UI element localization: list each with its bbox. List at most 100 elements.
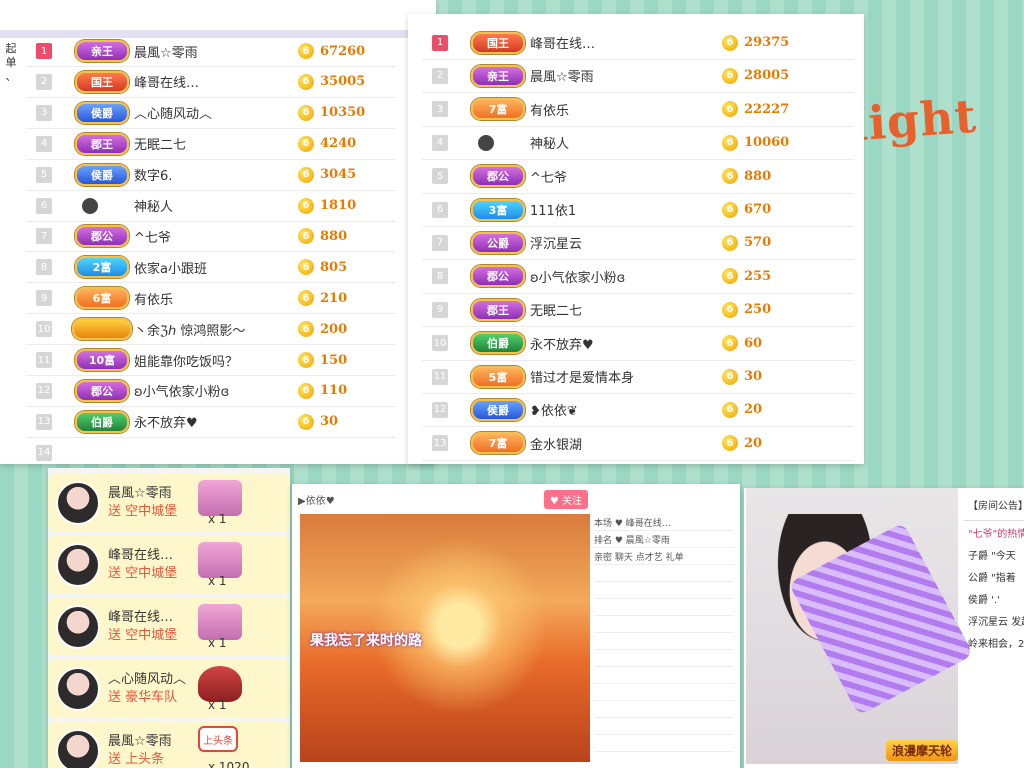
side-panel-line[interactable] xyxy=(594,684,734,701)
avatar[interactable] xyxy=(56,481,100,525)
user-name[interactable]: 有依乐 xyxy=(530,100,854,119)
leaderboard-row[interactable]: 8 2富 依家a小跟班 6 805 xyxy=(26,252,396,284)
side-panel-line[interactable] xyxy=(594,599,734,616)
side-panel-line[interactable] xyxy=(594,616,734,633)
gift-sender[interactable]: 晨風☆零雨 xyxy=(108,485,177,503)
user-name[interactable]: ʚ小气依家小粉ɞ xyxy=(134,381,284,400)
contribution-amount: 570 xyxy=(744,235,772,251)
user-name[interactable]: 金水银湖 xyxy=(530,434,854,453)
leaderboard-row[interactable]: 8 郡公 ʚ小气依家小粉ɞ 6 255 xyxy=(422,260,854,294)
coin-icon: 6 xyxy=(298,166,314,183)
leaderboard-row[interactable]: 7 郡公 ^七爷 6 880 xyxy=(26,221,396,253)
leaderboard-row[interactable]: 10 丶余ℨℎ 惊鸿照影～ 6 200 xyxy=(26,314,396,346)
side-panel-line[interactable] xyxy=(594,701,734,718)
leaderboard-row[interactable]: 1 国王 峰哥在线… 6 29375 xyxy=(422,26,854,60)
leaderboard-row[interactable]: 3 7富 有依乐 6 22227 xyxy=(422,93,854,127)
leaderboard-row[interactable]: 9 6富 有依乐 6 210 xyxy=(26,283,396,315)
user-name[interactable]: 依家a小跟班 xyxy=(134,258,284,277)
user-name[interactable]: ^七爷 xyxy=(134,227,284,246)
side-panel-line[interactable] xyxy=(594,718,734,735)
leaderboard-row[interactable]: 4 神秘人 6 10060 xyxy=(422,126,854,161)
follow-button[interactable]: ♥ 关注 xyxy=(543,489,588,509)
side-panel-line[interactable] xyxy=(594,650,734,667)
song-lyric-overlay: 果我忘了来时的路 xyxy=(310,633,422,649)
user-name[interactable]: ❥依依❦ xyxy=(530,400,854,419)
contribution-amount: 3045 xyxy=(320,167,357,183)
user-name[interactable]: ︿心随风动︿ xyxy=(134,103,284,122)
user-name[interactable]: 永不放弃♥ xyxy=(134,412,284,431)
rank-badge-wrap: 6富 xyxy=(70,287,134,310)
leaderboard-row[interactable]: 12 郡公 ʚ小气依家小粉ɞ 6 110 xyxy=(26,376,396,407)
avatar[interactable] xyxy=(56,543,100,587)
side-panel-line[interactable]: 亲密 聊天 点才艺 礼单 xyxy=(594,548,734,565)
leaderboard-row[interactable]: 1 亲王 晨風☆零雨 6 67260 xyxy=(26,36,396,67)
gift-text: 晨風☆零雨送 空中城堡 xyxy=(108,485,177,521)
leaderboard-row[interactable]: 14 xyxy=(26,438,396,464)
user-name[interactable]: 错过才是爱情本身 xyxy=(530,367,854,386)
gift-text: 峰哥在线… 送 空中城堡 xyxy=(108,609,177,645)
user-name[interactable]: 数字6. xyxy=(134,165,284,184)
gift-sender[interactable]: 峰哥在线… xyxy=(108,609,177,627)
leaderboard-row[interactable]: 12 侯爵 ❥依依❦ 6 20 xyxy=(422,393,854,428)
rank-number: 11 xyxy=(36,352,52,368)
user-name[interactable]: 神秘人 xyxy=(134,196,284,215)
leaderboard-row[interactable]: 13 伯爵 永不放弃♥ 6 30 xyxy=(26,407,396,438)
leaderboard-row[interactable]: 11 10富 姐能靠你吃饭吗？ 6 150 xyxy=(26,345,396,376)
rank-number: 8 xyxy=(36,259,52,276)
user-name[interactable]: 姐能靠你吃饭吗？ xyxy=(134,351,284,370)
side-panel-line[interactable] xyxy=(594,633,734,650)
coin-icon: 6 xyxy=(722,335,738,352)
gift-sender[interactable]: ︿心随风动︿ xyxy=(108,671,186,689)
coin-icon: 6 xyxy=(722,401,738,418)
rank-number: 14 xyxy=(36,444,52,461)
coin-icon: 6 xyxy=(298,352,314,368)
leaderboard-row[interactable]: 2 亲王 晨風☆零雨 6 28005 xyxy=(422,59,854,94)
user-name[interactable]: 神秘人 xyxy=(530,133,854,152)
avatar[interactable] xyxy=(56,667,100,711)
leaderboard-row[interactable]: 5 郡公 ^七爷 6 880 xyxy=(422,160,854,194)
leaderboard-row[interactable]: 3 侯爵 ︿心随风动︿ 6 10350 xyxy=(26,98,396,129)
avatar[interactable] xyxy=(56,729,100,768)
user-name[interactable]: ^七爷 xyxy=(530,167,854,186)
leaderboard-row[interactable]: 7 公爵 浮沉星云 6 570 xyxy=(422,226,854,261)
side-panel-line[interactable] xyxy=(594,565,734,582)
user-name[interactable]: 浮沉星云 xyxy=(530,233,854,252)
leaderboard-row[interactable]: 10 伯爵 永不放弃♥ 6 60 xyxy=(422,327,854,361)
side-panel-line[interactable] xyxy=(594,582,734,599)
rank-number: 5 xyxy=(36,166,52,183)
user-name[interactable]: 无眠二七 xyxy=(530,300,854,319)
side-panel-line[interactable] xyxy=(594,735,734,752)
rank-badge-wrap: 国王 xyxy=(70,70,134,93)
leaderboard-row[interactable]: 6 3富 111依1 6 670 xyxy=(422,193,854,227)
leaderboard-row[interactable]: 9 郡王 无眠二七 6 250 xyxy=(422,293,854,328)
gift-action: 送 空中城堡 xyxy=(108,504,178,519)
leaderboard-row[interactable]: 2 国王 峰哥在线… 6 35005 xyxy=(26,67,396,98)
gift-notification: 峰哥在线… 送 空中城堡 x 1 xyxy=(48,598,290,656)
chat-message: 岭来相会，25 xyxy=(968,638,1024,650)
user-name[interactable]: 111依1 xyxy=(530,200,854,219)
contribution-amount: 880 xyxy=(320,228,348,244)
user-name[interactable]: ʚ小气依家小粉ɞ xyxy=(530,267,854,286)
side-panel-line[interactable] xyxy=(594,667,734,684)
rank-number: 1 xyxy=(36,43,52,59)
user-name[interactable]: 永不放弃♥ xyxy=(530,334,854,353)
leaderboard-row[interactable]: 13 7富 金水银湖 6 20 xyxy=(422,427,854,461)
user-name[interactable]: 晨風☆零雨 xyxy=(134,42,284,61)
user-name[interactable]: 无眠二七 xyxy=(134,134,284,153)
user-name[interactable]: 有依乐 xyxy=(134,289,284,308)
gift-sender[interactable]: 晨風☆零雨 xyxy=(108,733,172,751)
leaderboard-row[interactable]: 6 神秘人 6 1810 xyxy=(26,191,396,222)
leaderboard-row[interactable]: 5 侯爵 数字6. 6 3045 xyxy=(26,160,396,191)
rank-number: 6 xyxy=(36,197,52,214)
gift-sender[interactable]: 峰哥在线… xyxy=(108,547,177,565)
side-panel-line[interactable]: 排名 ♥ 晨風☆零雨 xyxy=(594,531,734,548)
side-panel-line[interactable]: 本场 ♥ 峰哥在线… xyxy=(594,514,734,531)
user-name[interactable]: 丶余ℨℎ 惊鸿照影～ xyxy=(134,320,284,339)
rank-badge-wrap: 郡公 xyxy=(466,165,530,188)
user-name[interactable]: 峰哥在线… xyxy=(530,33,854,52)
leaderboard-row[interactable]: 11 5富 错过才是爱情本身 6 30 xyxy=(422,360,854,394)
avatar[interactable] xyxy=(56,605,100,649)
user-name[interactable]: 晨風☆零雨 xyxy=(530,66,854,85)
user-name[interactable]: 峰哥在线… xyxy=(134,72,284,91)
leaderboard-row[interactable]: 4 郡王 无眠二七 6 4240 xyxy=(26,129,396,160)
